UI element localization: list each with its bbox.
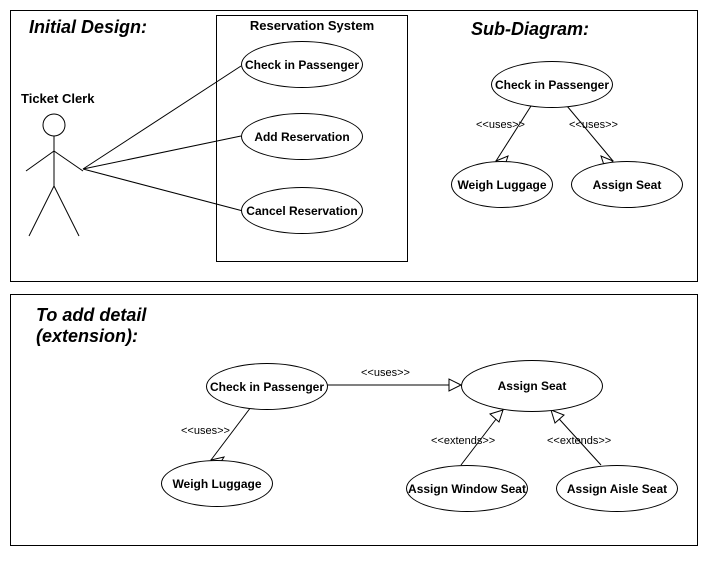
usecase-cancel-reservation: Cancel Reservation — [241, 187, 363, 234]
sub-diagram-title: Sub-Diagram: — [471, 19, 589, 40]
ext-usecase-assign-window-seat: Assign Window Seat — [406, 465, 528, 512]
ext-usecase-assign-seat: Assign Seat — [461, 360, 603, 412]
extension-title: To add detail (extension): — [36, 305, 216, 347]
stereo-uses-label: <<uses>> — [476, 119, 525, 131]
ext-usecase-assign-aisle-seat: Assign Aisle Seat — [556, 465, 678, 512]
system-title: Reservation System — [217, 18, 407, 33]
stereo-uses-label: <<uses>> — [181, 425, 230, 437]
sub-usecase-weigh-luggage: Weigh Luggage — [451, 161, 553, 208]
ext-usecase-check-in-passenger: Check in Passenger — [206, 363, 328, 410]
initial-design-title: Initial Design: — [29, 17, 147, 38]
sub-usecase-check-in-passenger: Check in Passenger — [491, 61, 613, 108]
sub-usecase-assign-seat: Assign Seat — [571, 161, 683, 208]
actor-label: Ticket Clerk — [21, 91, 94, 106]
stereo-uses-label: <<uses>> — [361, 367, 410, 379]
stereo-extends-label: <<extends>> — [547, 435, 611, 447]
usecase-check-in-passenger: Check in Passenger — [241, 41, 363, 88]
stereo-extends-label: <<extends>> — [431, 435, 495, 447]
stereo-uses-label: <<uses>> — [569, 119, 618, 131]
usecase-add-reservation: Add Reservation — [241, 113, 363, 160]
initial-design-panel: Initial Design: Sub-Diagram: Ticket Cler… — [10, 10, 698, 282]
extension-panel: To add detail (extension): Check in Pass… — [10, 294, 698, 546]
ext-usecase-weigh-luggage: Weigh Luggage — [161, 460, 273, 507]
